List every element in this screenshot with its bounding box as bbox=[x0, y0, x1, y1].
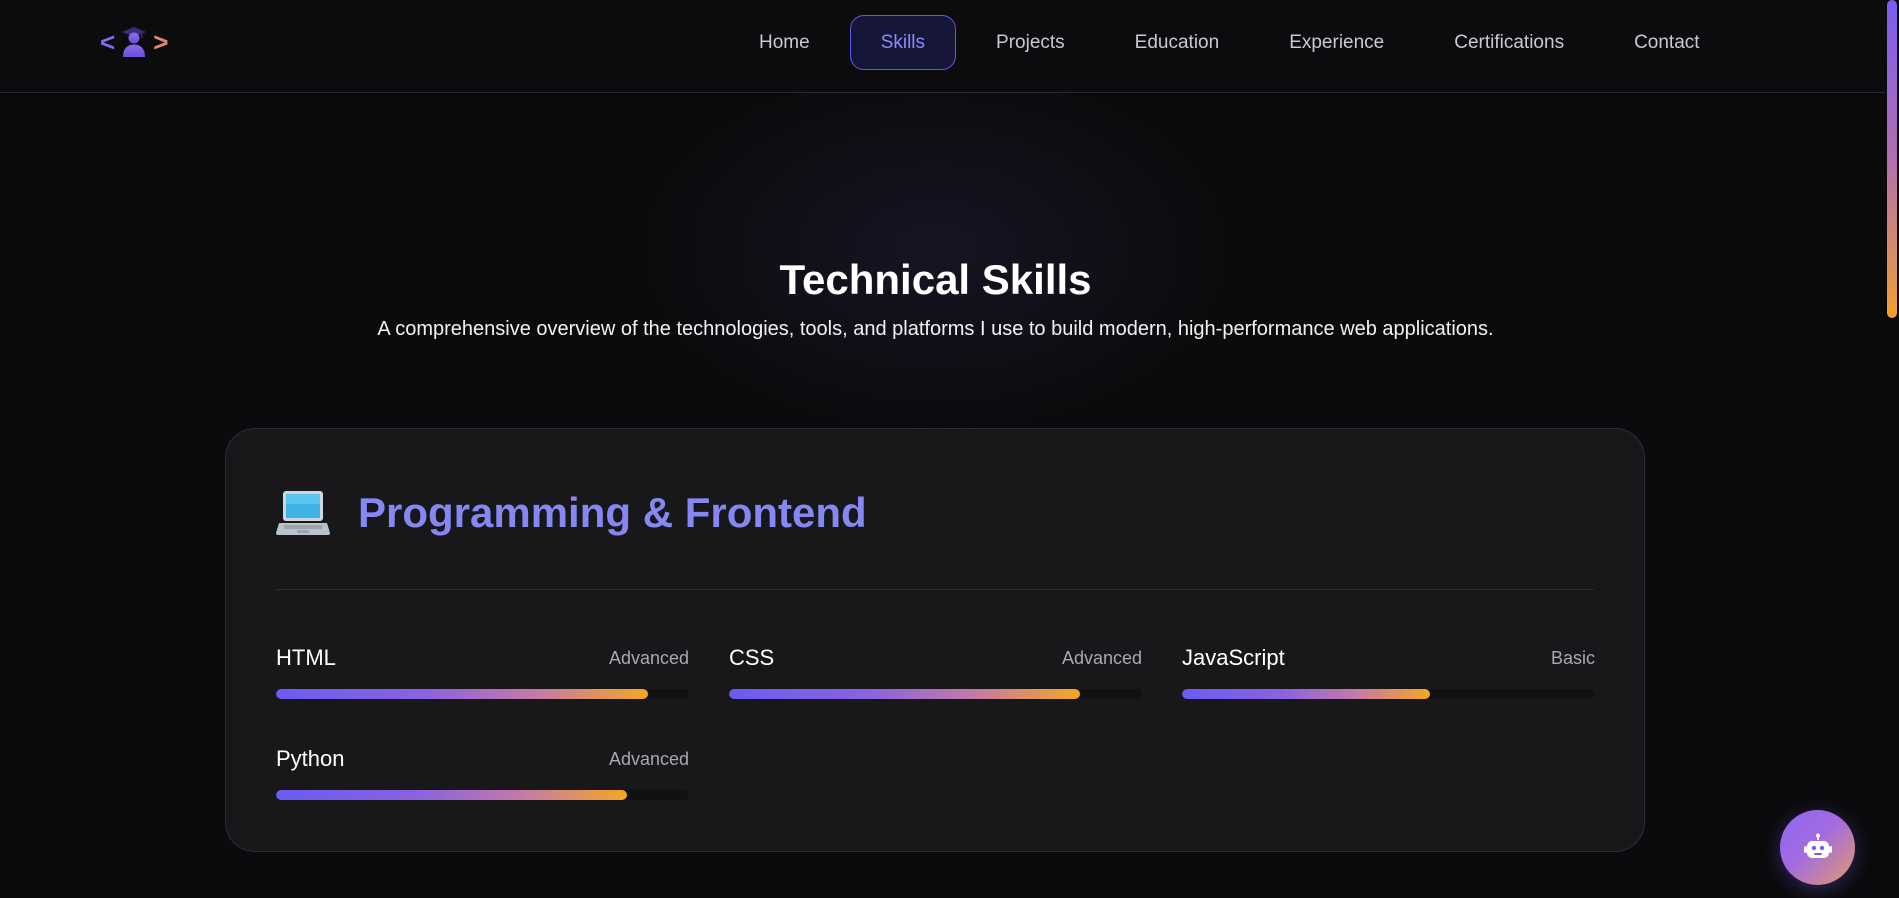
nav-education[interactable]: Education bbox=[1100, 15, 1255, 70]
nav-contact[interactable]: Contact bbox=[1599, 15, 1734, 70]
nav-projects[interactable]: Projects bbox=[961, 15, 1100, 70]
skill-progress-fill bbox=[729, 689, 1081, 699]
nav-experience[interactable]: Experience bbox=[1254, 15, 1419, 70]
card-title: Programming & Frontend bbox=[358, 489, 867, 536]
scrollbar-thumb[interactable] bbox=[1887, 0, 1897, 318]
student-graduate-icon bbox=[121, 26, 147, 58]
skill-progress-fill bbox=[276, 689, 648, 699]
card-divider bbox=[276, 589, 1594, 590]
logo-right-bracket: > bbox=[153, 26, 169, 57]
logo-left-bracket: < bbox=[100, 26, 116, 57]
skill-name: CSS bbox=[729, 645, 775, 670]
section-subtitle: A comprehensive overview of the technolo… bbox=[377, 318, 1494, 340]
logo[interactable]: < > bbox=[100, 24, 168, 60]
chatbot-button[interactable] bbox=[1780, 810, 1855, 885]
skill-name: JavaScript bbox=[1182, 645, 1285, 670]
skill-level: Advanced bbox=[608, 749, 689, 769]
robot-icon bbox=[1803, 833, 1833, 863]
laptop-icon bbox=[276, 489, 330, 537]
skill-progress-fill bbox=[1182, 689, 1430, 699]
card-header: Programming & Frontend bbox=[276, 489, 867, 537]
skill-progress-track bbox=[1182, 689, 1595, 699]
skill-progress-track bbox=[729, 689, 1142, 699]
nav-certifications[interactable]: Certifications bbox=[1419, 15, 1599, 70]
scrollbar[interactable] bbox=[1885, 0, 1899, 898]
skill-name: Python bbox=[276, 746, 345, 771]
skill-progress-track bbox=[276, 689, 689, 699]
section-title: Technical Skills bbox=[779, 256, 1092, 303]
nav-home[interactable]: Home bbox=[724, 15, 845, 70]
navbar: < > Home Skills Projects Education Exper… bbox=[0, 0, 1885, 93]
skill-name: HTML bbox=[276, 645, 336, 670]
skill-level: Advanced bbox=[1061, 648, 1142, 668]
skill-level: Basic bbox=[1550, 648, 1595, 668]
skill-progress-track bbox=[276, 790, 689, 800]
skill-level: Advanced bbox=[608, 648, 689, 668]
page: < > Home Skills Projects Education Exper… bbox=[0, 0, 1899, 898]
skills-card: Programming & Frontend HTML Advanced CSS… bbox=[225, 428, 1645, 852]
nav-skills[interactable]: Skills bbox=[849, 15, 957, 70]
skill-progress-fill bbox=[276, 790, 628, 800]
main-nav: Home Skills Projects Education Experienc… bbox=[724, 15, 1735, 70]
